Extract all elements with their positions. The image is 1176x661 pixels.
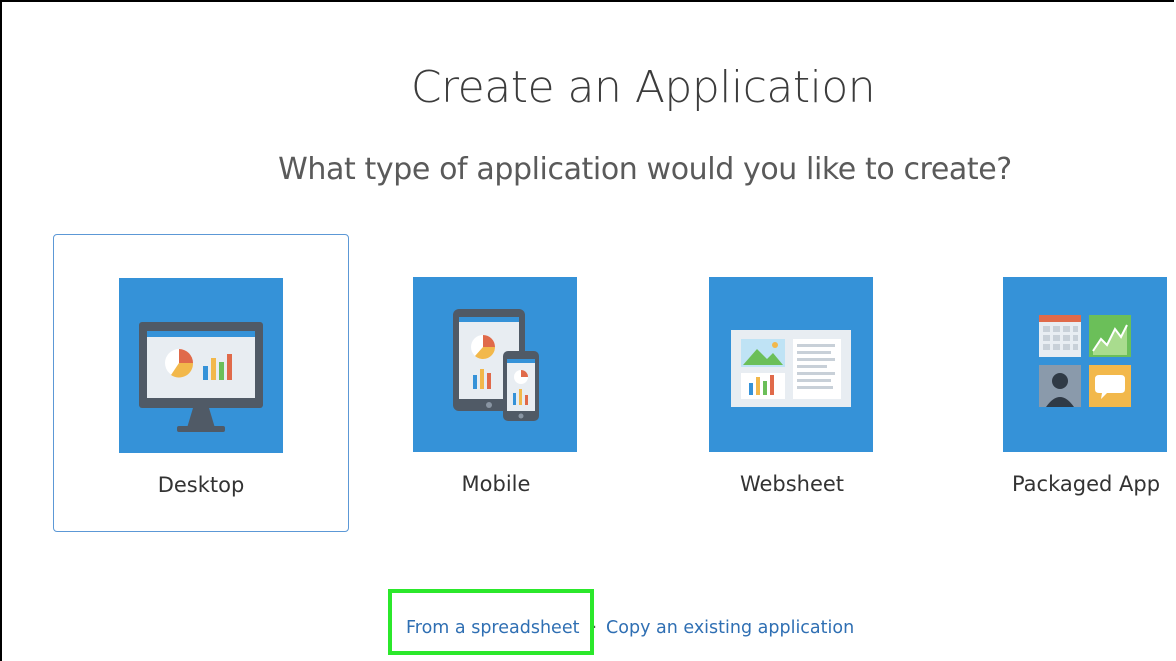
packaged-app-tile [1003, 277, 1167, 452]
desktop-tile [119, 278, 283, 453]
card-label-websheet: Websheet [739, 472, 845, 496]
card-packaged-app[interactable]: Packaged App [938, 234, 1176, 532]
card-label-mobile: Mobile [461, 472, 531, 496]
desktop-monitor-icon [139, 322, 263, 432]
card-desktop[interactable]: Desktop [53, 234, 349, 532]
card-mobile[interactable]: Mobile [348, 234, 644, 532]
copy-existing-application-link[interactable]: Copy an existing application [606, 618, 854, 638]
card-label-packaged-app: Packaged App [1011, 472, 1161, 496]
websheet-tile [709, 277, 873, 452]
card-label-desktop: Desktop [157, 473, 245, 497]
mobile-devices-icon [453, 309, 539, 421]
page-subtitle: What type of application would you like … [278, 152, 1012, 187]
card-websheet[interactable]: Websheet [644, 234, 940, 532]
highlight-box [388, 589, 594, 655]
page-title: Create an Application [410, 62, 876, 113]
mobile-tile [413, 277, 577, 452]
websheet-icon [731, 323, 851, 407]
packaged-app-icon [1039, 315, 1131, 407]
